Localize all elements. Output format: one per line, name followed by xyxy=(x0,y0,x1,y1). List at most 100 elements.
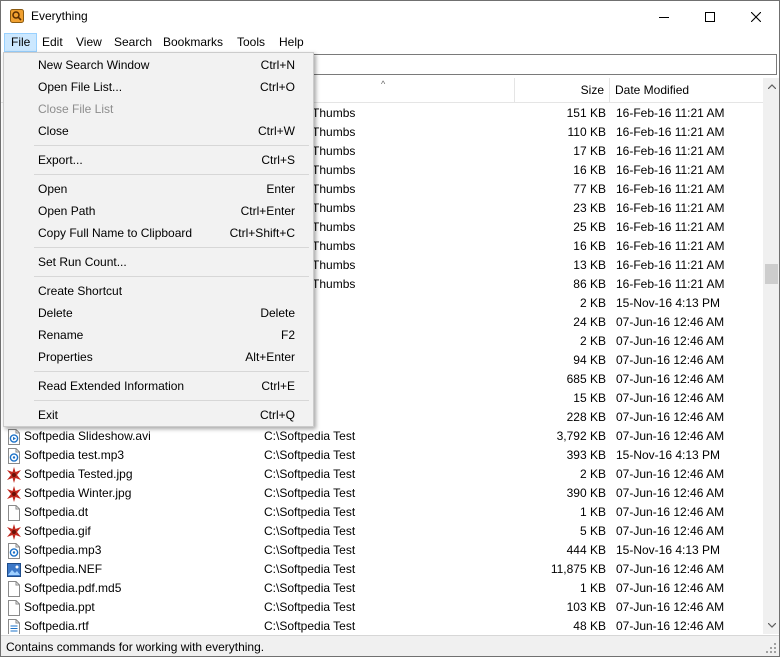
table-row[interactable]: Softpedia.ppt C:\Softpedia Test 103 KB 07-J… xyxy=(1,598,763,617)
close-icon xyxy=(751,11,761,22)
file-date: 15-Nov-16 4:13 PM xyxy=(616,448,721,462)
menu-help[interactable]: Help xyxy=(272,33,311,52)
menu-item-shortcut: Ctrl+Shift+C xyxy=(229,226,295,240)
scroll-thumb[interactable] xyxy=(765,264,778,284)
file-name: Softpedia.rtf xyxy=(24,619,89,633)
file-date: 07-Jun-16 12:46 AM xyxy=(616,486,725,500)
close-window-button[interactable] xyxy=(733,1,779,32)
file-size: 151 KB xyxy=(566,106,606,120)
menu-item-read-extended-information[interactable]: Read Extended Information Ctrl+E xyxy=(6,375,311,397)
menu-item-close-file-list: Close File List xyxy=(6,98,311,120)
table-row[interactable]: Softpedia Tested.jpg C:\Softpedia Test 2 K… xyxy=(1,465,763,484)
menu-item-open[interactable]: Open Enter xyxy=(6,178,311,200)
menu-separator xyxy=(34,174,309,175)
menu-tools[interactable]: Tools xyxy=(230,33,272,52)
file-date: 16-Feb-16 11:21 AM xyxy=(616,182,725,196)
maximize-button[interactable] xyxy=(687,1,733,32)
file-name: Softpedia test.mp3 xyxy=(24,448,125,462)
file-date: 07-Jun-16 12:46 AM xyxy=(616,410,725,424)
table-row[interactable]: Softpedia Winter.jpg C:\Softpedia Test 390… xyxy=(1,484,763,503)
minimize-button[interactable] xyxy=(641,1,687,32)
menu-item-shortcut: F2 xyxy=(280,328,295,342)
sort-ascending-icon: ^ xyxy=(381,79,386,89)
menu-bookmarks[interactable]: Bookmarks xyxy=(156,33,230,52)
menu-item-new-search-window[interactable]: New Search Window Ctrl+N xyxy=(6,54,311,76)
scroll-up-button[interactable] xyxy=(763,78,779,95)
row-name-cell: Softpedia Tested.jpg xyxy=(7,465,257,484)
row-name-cell: Softpedia test.mp3 xyxy=(7,446,257,465)
image-file-icon xyxy=(7,523,21,540)
row-name-cell: Softpedia.rtf xyxy=(7,617,257,634)
menu-view[interactable]: View xyxy=(69,33,109,52)
file-icon xyxy=(8,504,20,521)
menu-item-delete[interactable]: Delete Delete xyxy=(6,302,311,324)
row-name-cell: Softpedia.mp3 xyxy=(7,541,257,560)
file-path: C:\Softpedia Test xyxy=(264,562,356,576)
file-date: 16-Feb-16 11:21 AM xyxy=(616,239,725,253)
file-date: 16-Feb-16 11:21 AM xyxy=(616,220,725,234)
chevron-down-icon xyxy=(767,623,776,628)
file-date: 07-Jun-16 12:46 AM xyxy=(616,372,725,386)
video-file-icon xyxy=(8,428,20,445)
menu-item-copy-full-name-to-clipboard[interactable]: Copy Full Name to Clipboard Ctrl+Shift+C xyxy=(6,222,311,244)
menu-item-shortcut: Ctrl+Enter xyxy=(240,204,295,218)
table-row[interactable]: Softpedia.pdf.md5 C:\Softpedia Test 1 KB 07… xyxy=(1,579,763,598)
resize-grip-icon[interactable] xyxy=(765,642,777,654)
file-size: 685 KB xyxy=(566,372,606,386)
vertical-scrollbar[interactable] xyxy=(763,78,779,634)
file-date: 07-Jun-16 12:46 AM xyxy=(616,334,725,348)
row-name-cell: Softpedia Winter.jpg xyxy=(7,484,257,503)
file-date: 16-Feb-16 11:21 AM xyxy=(616,258,725,272)
file-size: 5 KB xyxy=(579,524,606,538)
menu-item-set-run-count[interactable]: Set Run Count... xyxy=(6,251,311,273)
file-size: 94 KB xyxy=(573,353,606,367)
everything-window: Everything File Edit View Search Bookmar… xyxy=(0,0,780,657)
menu-file[interactable]: File xyxy=(4,33,38,52)
menu-item-properties[interactable]: Properties Alt+Enter xyxy=(6,346,311,368)
title-bar[interactable]: Everything xyxy=(1,1,779,32)
menu-item-export[interactable]: Export... Ctrl+S xyxy=(6,149,311,171)
file-date: 07-Jun-16 12:46 AM xyxy=(616,353,725,367)
audio-file-icon xyxy=(8,542,20,559)
file-size: 393 KB xyxy=(566,448,606,462)
table-row[interactable]: Softpedia Slideshow.avi C:\Softpedia Test… xyxy=(1,427,763,446)
file-date: 16-Feb-16 11:21 AM xyxy=(616,125,725,139)
menu-item-label: Read Extended Information xyxy=(38,379,185,393)
menu-item-exit[interactable]: Exit Ctrl+Q xyxy=(6,404,311,426)
file-size: 23 KB xyxy=(573,201,606,215)
scroll-down-button[interactable] xyxy=(763,617,779,634)
chevron-up-icon xyxy=(767,84,776,89)
menu-item-rename[interactable]: Rename F2 xyxy=(6,324,311,346)
menu-item-open-file-list[interactable]: Open File List... Ctrl+O xyxy=(6,76,311,98)
file-path: C:\Softpedia Test xyxy=(264,486,356,500)
file-size: 15 KB xyxy=(573,391,606,405)
file-path: C:\Softpedia Test xyxy=(264,467,356,481)
table-row[interactable]: Softpedia.rtf C:\Softpedia Test 48 KB 07-Ju… xyxy=(1,617,763,634)
table-row[interactable]: Softpedia.mp3 C:\Softpedia Test 444 KB 15-N… xyxy=(1,541,763,560)
status-bar: Contains commands for working with every… xyxy=(1,635,779,656)
table-row[interactable]: Softpedia.NEF C:\Softpedia Test 11,875 KB 0… xyxy=(1,560,763,579)
table-row[interactable]: Softpedia.dt C:\Softpedia Test 1 KB 07-Jun-… xyxy=(1,503,763,522)
maximize-icon xyxy=(705,11,715,22)
file-name: Softpedia.NEF xyxy=(24,562,103,576)
menu-bar: File Edit View Search Bookmarks Tools He… xyxy=(1,32,779,52)
menu-item-create-shortcut[interactable]: Create Shortcut xyxy=(6,280,311,302)
menu-item-open-path[interactable]: Open Path Ctrl+Enter xyxy=(6,200,311,222)
file-size: 2 KB xyxy=(579,334,606,348)
menu-item-shortcut: Ctrl+E xyxy=(261,379,295,393)
column-size-header[interactable]: Size xyxy=(515,78,610,103)
column-date-header[interactable]: Date Modified xyxy=(610,78,763,103)
menu-separator xyxy=(34,276,309,277)
menu-item-label: Close File List xyxy=(38,102,114,116)
menu-edit[interactable]: Edit xyxy=(35,33,70,52)
menu-separator xyxy=(34,247,309,248)
file-path: C:\Softpedia Test xyxy=(264,448,356,462)
table-row[interactable]: Softpedia test.mp3 C:\Softpedia Test 393 K… xyxy=(1,446,763,465)
file-date: 16-Feb-16 11:21 AM xyxy=(616,163,725,177)
menu-search[interactable]: Search xyxy=(107,33,159,52)
table-row[interactable]: Softpedia.gif C:\Softpedia Test 5 KB 07-Jun… xyxy=(1,522,763,541)
menu-item-close[interactable]: Close Ctrl+W xyxy=(6,120,311,142)
file-date: 07-Jun-16 12:46 AM xyxy=(616,524,725,538)
file-name: Softpedia Slideshow.avi xyxy=(24,429,151,443)
menu-item-label: Copy Full Name to Clipboard xyxy=(38,226,193,240)
